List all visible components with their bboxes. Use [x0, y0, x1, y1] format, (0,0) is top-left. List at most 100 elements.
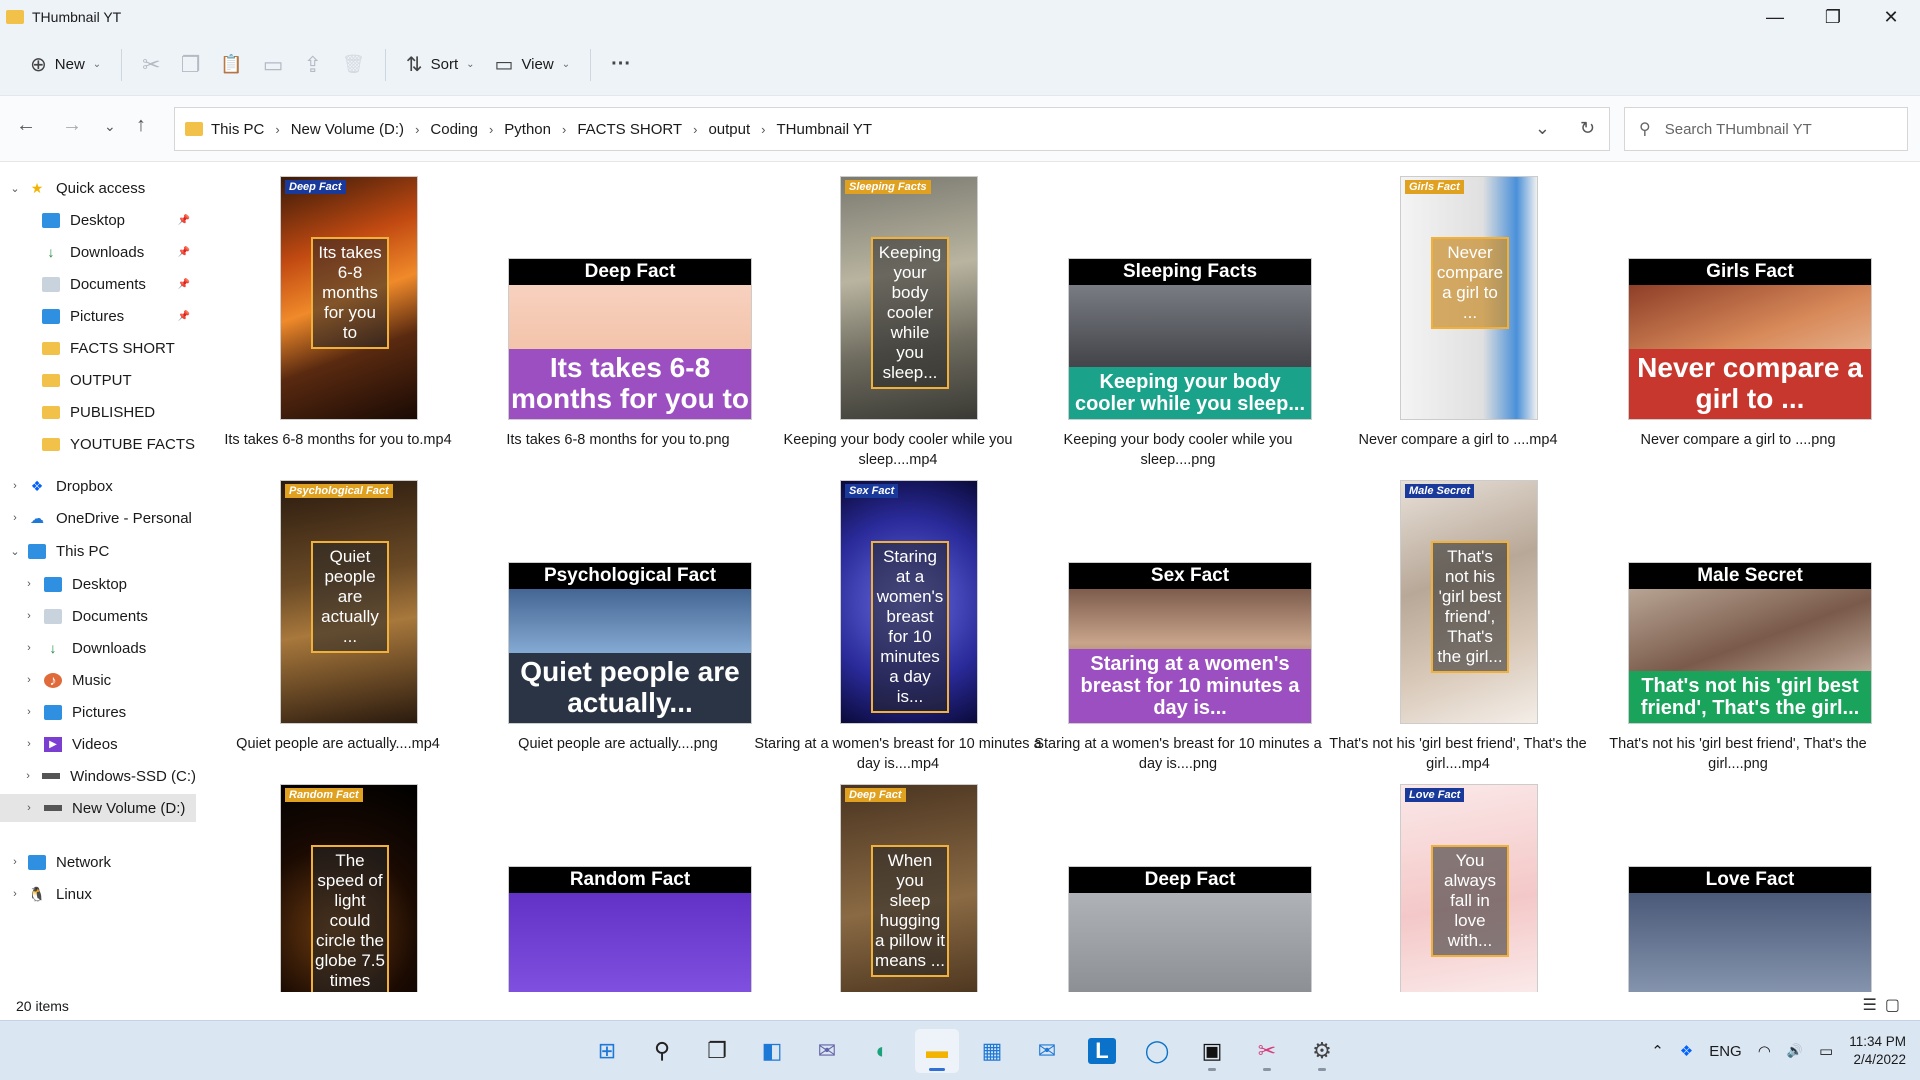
sidebar-item-quick-0[interactable]: Desktop 📌	[0, 206, 196, 234]
image-file-tile[interactable]: Deep Fact Its takes 6-8 months for you to…	[478, 162, 752, 462]
sidebar-item-quick-access[interactable]: ⌄ ★ Quick access	[0, 174, 196, 202]
sidebar-item-pc-7[interactable]: › New Volume (D:)	[0, 794, 196, 822]
sidebar-item-quick-4[interactable]: FACTS SHORT	[0, 334, 196, 362]
wifi-icon[interactable]: ◠	[1758, 1042, 1771, 1060]
sidebar-item-pc-6[interactable]: › Windows-SSD (C:)	[0, 762, 196, 790]
chevron-right-icon[interactable]: ›	[693, 122, 697, 137]
search-icon[interactable]: ⚲	[640, 1029, 684, 1073]
sidebar-item-linux[interactable]: › 🐧 Linux	[0, 880, 196, 908]
search-box[interactable]: ⚲ Search THumbnail YT	[1624, 107, 1908, 151]
sidebar-item-network[interactable]: › Network	[0, 848, 196, 876]
cut-button[interactable]: ✂	[132, 45, 170, 85]
file-explorer-icon[interactable]: ▬	[915, 1029, 959, 1073]
sidebar-item-pc-4[interactable]: › Pictures	[0, 698, 196, 726]
new-button[interactable]: ⊕ New ⌄	[20, 45, 111, 85]
video-file-tile[interactable]: Sleeping Facts Keeping your body cooler w…	[758, 162, 1016, 468]
chevron-right-icon[interactable]: ›	[22, 610, 36, 622]
breadcrumb-link[interactable]: THumbnail YT	[777, 121, 873, 138]
sidebar-item-quick-7[interactable]: YOUTUBE FACTS SH	[0, 430, 196, 458]
image-file-tile[interactable]: Girls Fact Never compare a girl to ... Nev…	[1598, 162, 1872, 462]
video-file-tile[interactable]: Deep Fact When you sleep hugging a pillow…	[758, 770, 1016, 992]
image-file-tile[interactable]: Deep FactWhen you sleep hugging	[1038, 770, 1312, 992]
chevron-right-icon[interactable]: ›	[22, 802, 36, 814]
settings-icon[interactable]: ⚙	[1300, 1029, 1344, 1073]
sidebar-item-onedrive[interactable]: › ☁ OneDrive - Personal	[0, 504, 196, 532]
minimize-button[interactable]: —	[1746, 0, 1804, 34]
sidebar-item-pc-3[interactable]: › ♪ Music	[0, 666, 196, 694]
tray-overflow-chevron-icon[interactable]: ⌃	[1651, 1042, 1664, 1060]
video-file-tile[interactable]: Male Secret That's not his 'girl best fri…	[1318, 466, 1587, 772]
battery-icon[interactable]: ▭	[1819, 1042, 1833, 1060]
sidebar-item-pc-2[interactable]: › ↓ Downloads	[0, 634, 196, 662]
tiles-view-icon[interactable]: ▢	[1885, 997, 1908, 1014]
sidebar-item-quick-5[interactable]: OUTPUT	[0, 366, 196, 394]
breadcrumb-link[interactable]: FACTS SHORT	[577, 121, 682, 138]
image-file-tile[interactable]: Male Secret That's not his 'girl best fri…	[1598, 466, 1872, 772]
delete-button[interactable]: 🗑	[332, 45, 375, 85]
video-file-tile[interactable]: Deep Fact Its takes 6-8 months for you to…	[198, 162, 456, 462]
chevron-right-icon[interactable]: ›	[22, 578, 36, 590]
sidebar-item-pc-5[interactable]: › ▶ Videos	[0, 730, 196, 758]
chevron-right-icon[interactable]: ›	[415, 122, 419, 137]
image-file-tile[interactable]: Psychological Fact Quiet people are actua…	[478, 466, 752, 766]
paste-button[interactable]: 📋	[210, 45, 252, 85]
refresh-icon[interactable]: ↻	[1580, 118, 1595, 139]
image-file-tile[interactable]: Sleeping Facts Keeping your body cooler w…	[1038, 162, 1312, 468]
image-file-tile[interactable]: Love FactYou always fall in love	[1598, 770, 1872, 992]
copy-button[interactable]: ❐	[171, 45, 211, 85]
edge-icon[interactable]: ◐	[860, 1029, 904, 1073]
breadcrumb-link[interactable]: Coding	[430, 121, 478, 138]
terminal-icon[interactable]: ▣	[1190, 1029, 1234, 1073]
sidebar-item-quick-2[interactable]: Documents 📌	[0, 270, 196, 298]
video-file-tile[interactable]: Psychological Fact Quiet people are actua…	[198, 466, 456, 766]
clock[interactable]: 11:34 PM 2/4/2022	[1849, 1033, 1906, 1069]
sidebar-item-this-pc[interactable]: ⌄ This PC	[0, 537, 196, 565]
start-icon[interactable]: ⊞	[585, 1029, 629, 1073]
chevron-right-icon[interactable]: ›	[22, 642, 36, 654]
teams-chat-icon[interactable]: ✉	[805, 1029, 849, 1073]
outlook-icon[interactable]: ◯	[1135, 1029, 1179, 1073]
video-file-tile[interactable]: Random Fact The speed of light could circ…	[198, 770, 456, 992]
chevron-right-icon[interactable]: ›	[22, 674, 36, 686]
rename-button[interactable]: ▭	[253, 45, 294, 85]
up-arrow-icon[interactable]: ↑	[136, 114, 146, 137]
video-file-tile[interactable]: Sex Fact Staring at a women's breast for …	[754, 466, 1042, 772]
details-view-icon[interactable]: ☰	[1863, 997, 1885, 1014]
more-options-button[interactable]: ···	[601, 45, 641, 85]
video-file-tile[interactable]: Girls Fact Never compare a girl to ... Nev…	[1318, 162, 1576, 462]
task-view-icon[interactable]: ❐	[695, 1029, 739, 1073]
store-icon[interactable]: ▦	[970, 1029, 1014, 1073]
widgets-icon[interactable]: ◧	[750, 1029, 794, 1073]
sort-button[interactable]: ⇅ Sort ⌄	[396, 45, 485, 85]
chevron-right-icon[interactable]: ›	[489, 122, 493, 137]
breadcrumb-link[interactable]: Python	[504, 121, 551, 138]
video-file-tile[interactable]: Love Fact You always fall in love with...	[1318, 770, 1576, 992]
address-dropdown-icon[interactable]: ⌄	[1535, 118, 1550, 139]
forward-arrow-icon[interactable]: →	[62, 114, 82, 137]
image-file-tile[interactable]: Sex Fact Staring at a women's breast for …	[1034, 466, 1322, 772]
share-button[interactable]: ⇪	[294, 45, 332, 85]
chevron-right-icon[interactable]: ›	[22, 706, 36, 718]
recent-locations-icon[interactable]: ⌄	[104, 118, 116, 135]
chevron-right-icon[interactable]: ›	[761, 122, 765, 137]
maximize-button[interactable]: ❐	[1804, 0, 1862, 34]
breadcrumb-link[interactable]: output	[708, 121, 750, 138]
address-bar[interactable]: This PC › New Volume (D:) › Coding › Python › FA…	[174, 107, 1610, 151]
chevron-right-icon[interactable]: ›	[22, 770, 34, 782]
mail-icon[interactable]: ✉	[1025, 1029, 1069, 1073]
close-button[interactable]: ✕	[1862, 0, 1920, 34]
sidebar-item-quick-6[interactable]: PUBLISHED	[0, 398, 196, 426]
view-button[interactable]: ▭ View ⌄	[485, 45, 581, 85]
back-arrow-icon[interactable]: ←	[16, 114, 36, 137]
chevron-right-icon[interactable]: ›	[22, 738, 36, 750]
sidebar-item-pc-0[interactable]: › Desktop	[0, 570, 196, 598]
language-indicator[interactable]: ENG	[1709, 1043, 1742, 1060]
sidebar-item-dropbox[interactable]: › ❖ Dropbox	[0, 472, 196, 500]
chevron-right-icon[interactable]: ›	[562, 122, 566, 137]
snipping-tool-icon[interactable]: ✂	[1245, 1029, 1289, 1073]
sidebar-item-pc-1[interactable]: › Documents	[0, 602, 196, 630]
chevron-right-icon[interactable]: ›	[275, 122, 279, 137]
volume-icon[interactable]: 🔊	[1787, 1043, 1803, 1059]
sidebar-item-quick-1[interactable]: ↓ Downloads 📌	[0, 238, 196, 266]
image-file-tile[interactable]: Random FactThe speed of light could circ…	[478, 770, 752, 992]
